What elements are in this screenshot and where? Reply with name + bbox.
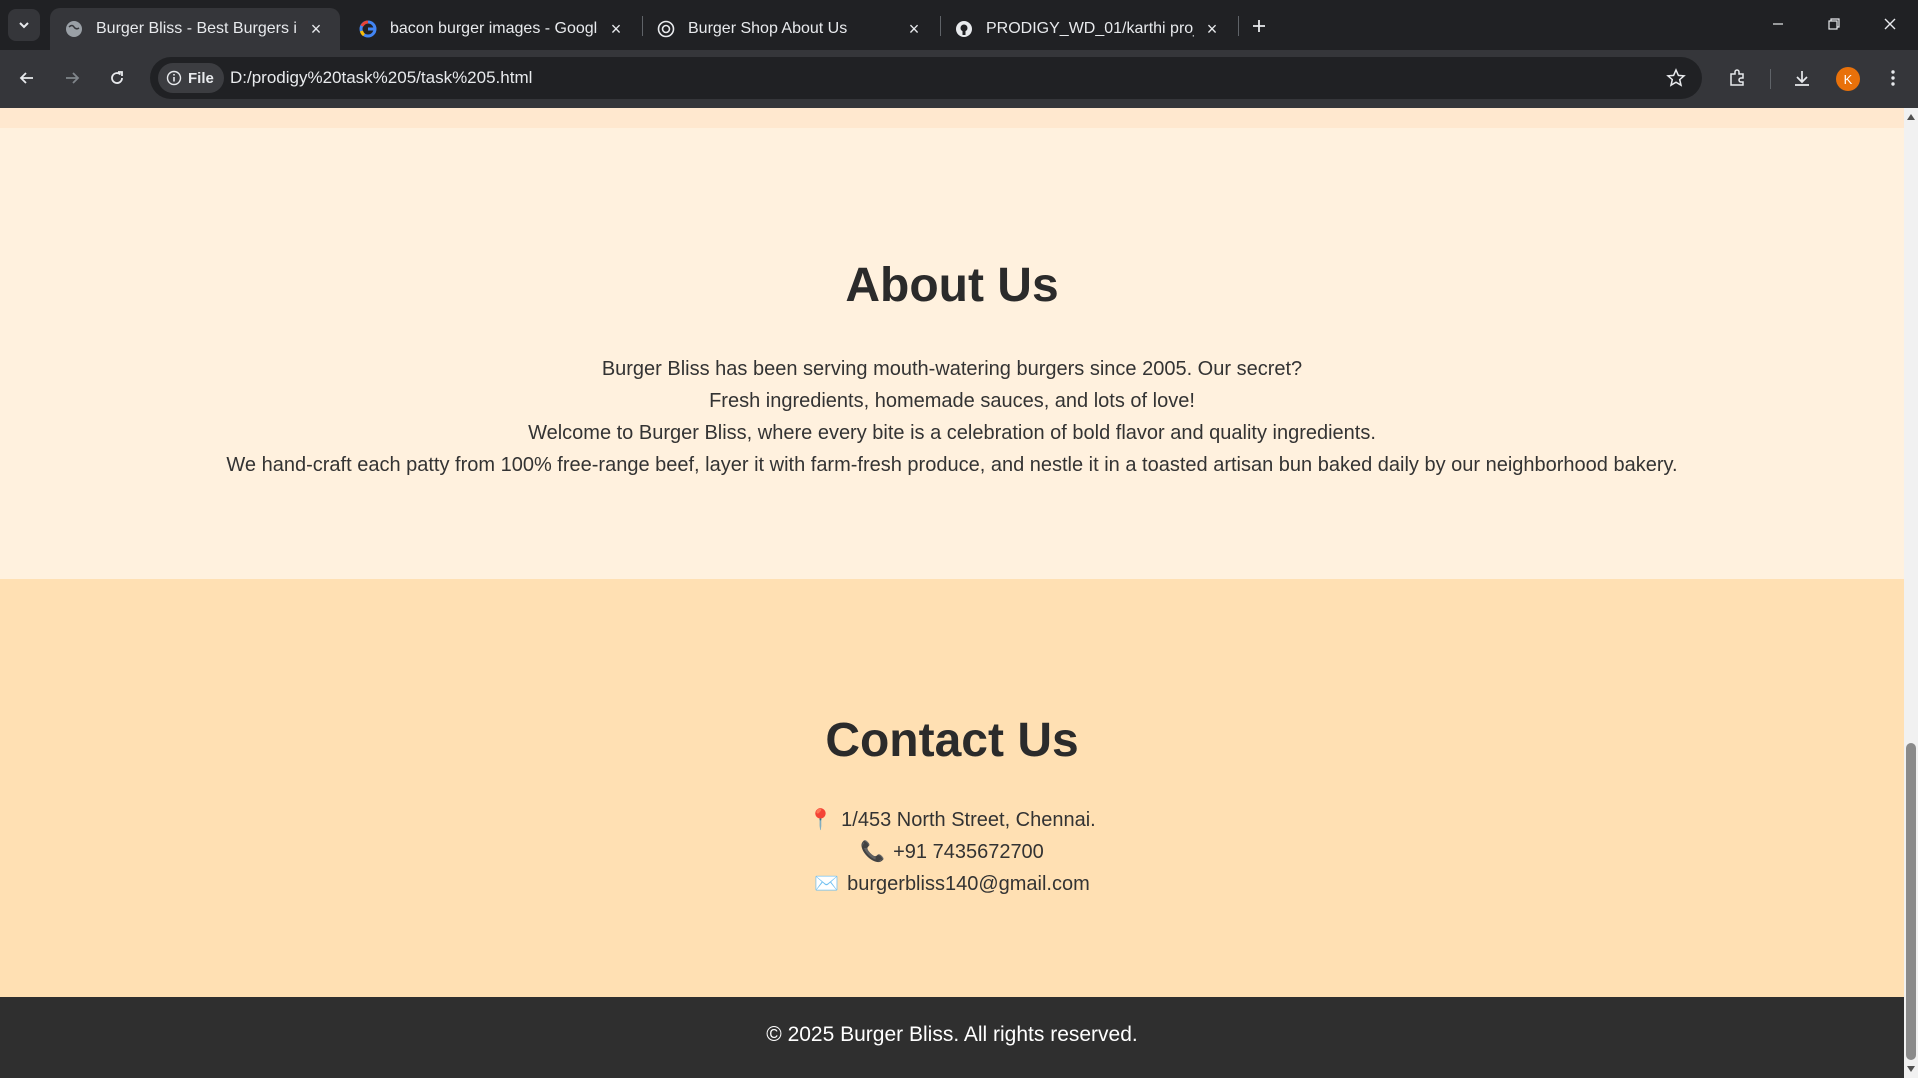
forward-button[interactable]: [53, 59, 91, 97]
site-footer: © 2025 Burger Bliss. All rights reserved…: [0, 997, 1904, 1078]
about-line: Welcome to Burger Bliss, where every bit…: [528, 422, 1376, 444]
previous-section-edge: [0, 108, 1904, 128]
puzzle-icon: [1730, 69, 1744, 86]
chrome-menu-button[interactable]: [1877, 62, 1909, 94]
about-line: Burger Bliss has been serving mouth-wate…: [601, 358, 1303, 380]
arrow-left-icon: [19, 72, 33, 84]
chip-label: File: [188, 69, 214, 87]
back-button[interactable]: [8, 59, 46, 97]
phone-icon: 📞: [860, 841, 886, 863]
contact-section: Contact Us 📍 1/453 North Street, Chennai…: [0, 579, 1904, 997]
openai-icon: [656, 19, 676, 39]
new-tab-button[interactable]: [1245, 12, 1273, 40]
contact-phone: 📞 +91 7435672700: [0, 836, 1904, 868]
address-bar[interactable]: File D:/prodigy%20task%205/task%205.html: [150, 57, 1702, 99]
tab-github-project[interactable]: PRODIGY_WD_01/karthi project ×: [940, 8, 1236, 50]
close-window-button[interactable]: [1862, 0, 1918, 48]
close-tab-icon[interactable]: ×: [1202, 19, 1222, 39]
about-line: Fresh ingredients, homemade sauces, and …: [709, 390, 1195, 412]
google-icon: [358, 19, 378, 39]
minimize-button[interactable]: [1750, 0, 1806, 48]
address-text: 1/453 North Street, Chennai.: [841, 809, 1096, 831]
site-info-chip[interactable]: File: [158, 63, 224, 93]
tab-search-button[interactable]: [8, 9, 40, 41]
github-icon: [954, 19, 974, 39]
contact-address: 📍 1/453 North Street, Chennai.: [0, 804, 1904, 836]
toolbar-divider: [1770, 69, 1771, 89]
plus-icon: [1253, 20, 1265, 32]
arrow-right-icon: [66, 72, 80, 84]
tab-burger-shop-about[interactable]: Burger Shop About Us ×: [642, 8, 938, 50]
map-pin-icon: 📍: [808, 809, 834, 831]
tab-google-images[interactable]: bacon burger images - Google ×: [344, 8, 640, 50]
about-text: Burger Bliss has been serving mouth-wate…: [0, 353, 1904, 481]
info-icon: [166, 70, 182, 86]
restore-button[interactable]: [1806, 0, 1862, 48]
close-tab-icon[interactable]: ×: [306, 19, 326, 39]
email-text: burgerbliss140@gmail.com: [847, 873, 1090, 895]
bookmark-star-button[interactable]: [1664, 66, 1688, 90]
close-tab-icon[interactable]: ×: [904, 19, 924, 39]
scroll-up-arrow-icon[interactable]: [1907, 114, 1915, 120]
about-heading: About Us: [845, 259, 1059, 312]
tab-burger-bliss[interactable]: Burger Bliss - Best Burgers in To ×: [50, 8, 340, 50]
envelope-icon: ✉️: [814, 873, 840, 895]
tab-title: bacon burger images - Google: [390, 20, 598, 37]
contact-email: ✉️ burgerbliss140@gmail.com: [0, 868, 1904, 900]
reload-button[interactable]: [98, 59, 136, 97]
minimize-icon: [1773, 23, 1783, 25]
chevron-down-icon: [19, 22, 29, 29]
footer-copyright: © 2025 Burger Bliss. All rights reserved…: [766, 1023, 1138, 1046]
download-icon: [1795, 71, 1809, 86]
browser-toolbar: File D:/prodigy%20task%205/task%205.html: [0, 50, 1918, 108]
star-icon: [1666, 68, 1686, 87]
close-tab-icon[interactable]: ×: [606, 19, 626, 39]
tab-title: PRODIGY_WD_01/karthi project: [986, 20, 1194, 37]
tab-divider: [1238, 16, 1239, 36]
profile-avatar[interactable]: K: [1836, 67, 1860, 91]
page-scrollbar[interactable]: [1904, 108, 1918, 1078]
more-vertical-icon: [1891, 70, 1895, 86]
globe-icon: [64, 19, 84, 39]
url-text[interactable]: D:/prodigy%20task%205/task%205.html: [230, 68, 532, 88]
about-line: We hand-craft each patty from 100% free-…: [226, 454, 1678, 476]
scroll-down-arrow-icon[interactable]: [1907, 1066, 1915, 1072]
close-icon: [1884, 18, 1896, 30]
reload-icon: [111, 71, 123, 84]
page-viewport: About Us Burger Bliss has been serving m…: [0, 108, 1904, 1078]
restore-icon: [1828, 18, 1840, 30]
tab-title: Burger Shop About Us: [688, 20, 848, 37]
downloads-button[interactable]: [1786, 62, 1818, 94]
tab-title: Burger Bliss - Best Burgers in To: [96, 20, 298, 37]
tab-strip: Burger Bliss - Best Burgers in To × baco…: [0, 0, 1918, 50]
phone-text: +91 7435672700: [893, 841, 1044, 863]
contact-details: 📍 1/453 North Street, Chennai. 📞 +91 743…: [0, 804, 1904, 900]
about-section: About Us Burger Bliss has been serving m…: [0, 128, 1904, 579]
scrollbar-thumb[interactable]: [1906, 743, 1916, 1060]
contact-heading: Contact Us: [825, 714, 1079, 767]
extensions-button[interactable]: [1721, 62, 1753, 94]
